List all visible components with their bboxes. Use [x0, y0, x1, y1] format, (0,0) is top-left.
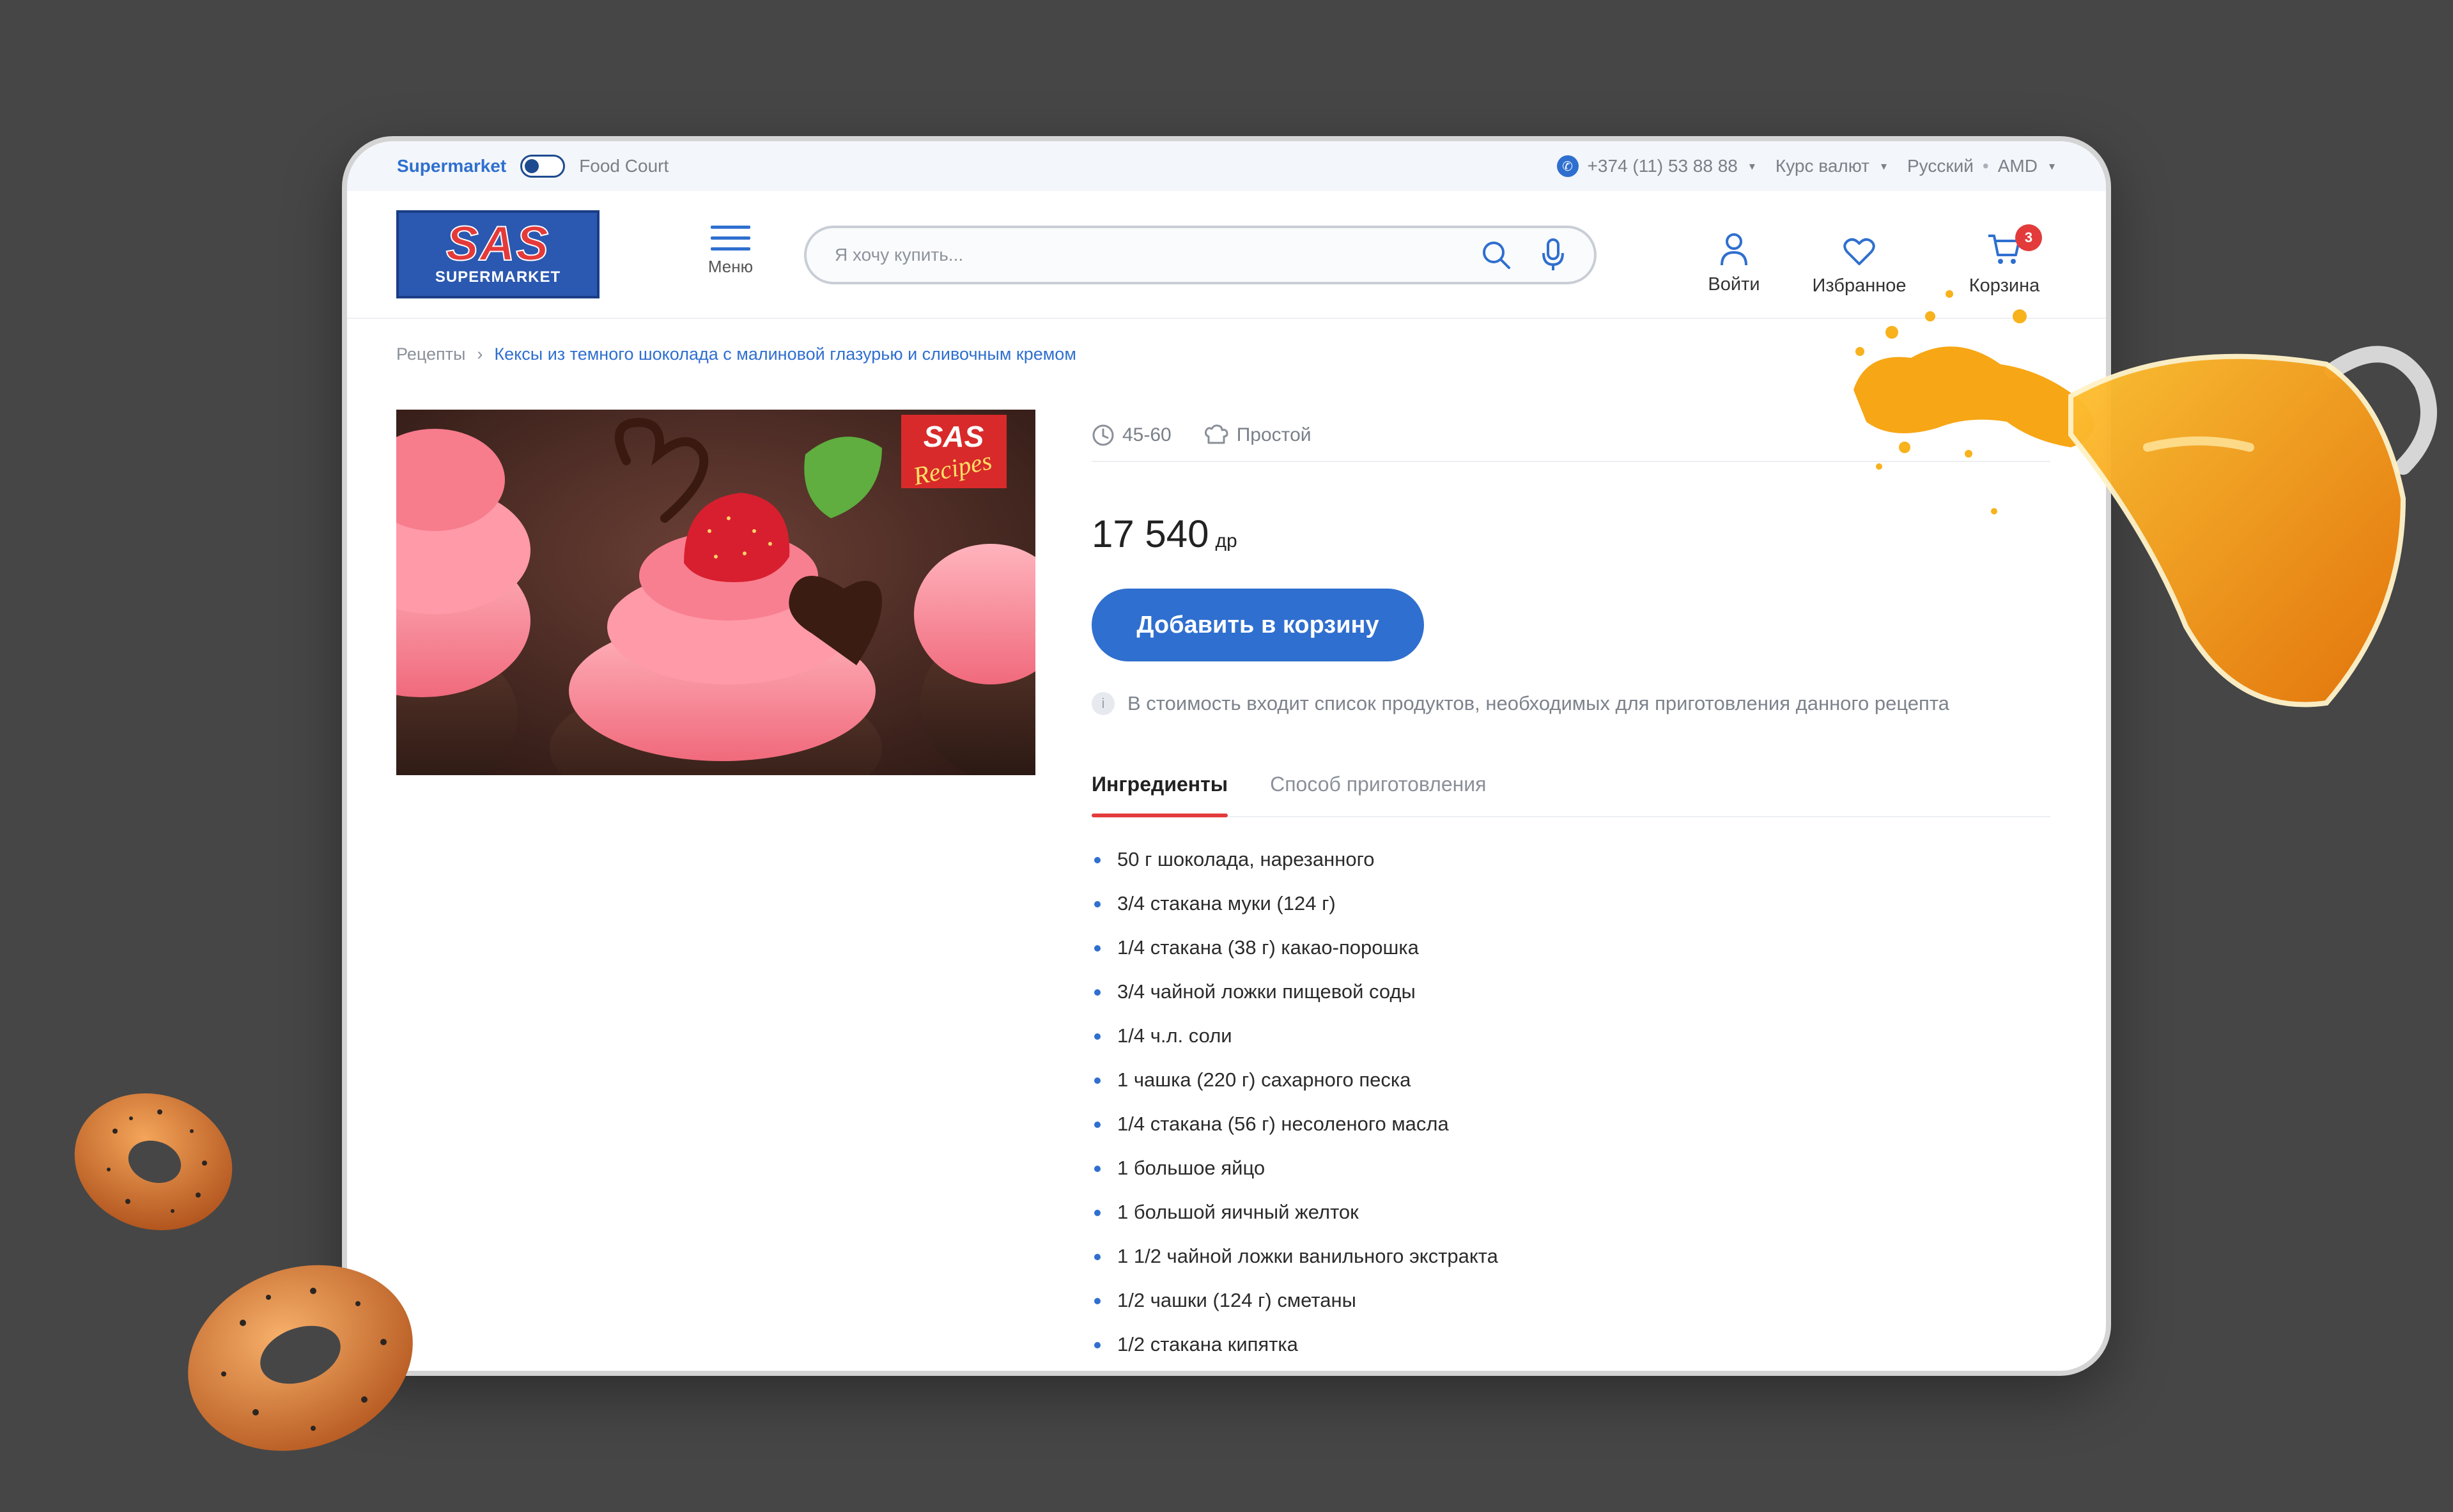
- top-bar: Supermarket Food Court ✆ +374 (11) 53 88…: [347, 141, 2106, 191]
- tab-ingredients[interactable]: Ингредиенты: [1092, 765, 1228, 817]
- phone-dropdown-caret[interactable]: ▾: [1749, 160, 1755, 173]
- difficulty: Простой: [1203, 424, 1312, 447]
- bagel-decoration-large: [188, 1265, 413, 1451]
- cupcakes-image: SAS Recipes: [396, 410, 1035, 775]
- list-item: 1 большое яйцо: [1092, 1157, 1498, 1201]
- sas-logo[interactable]: SAS SUPERMARKET: [396, 210, 600, 298]
- search-bar[interactable]: Я хочу купить...: [804, 226, 1597, 284]
- clock-icon: [1092, 424, 1114, 446]
- photo-badge-sas: SAS: [924, 420, 984, 453]
- logo-sub-text: SUPERMARKET: [435, 268, 561, 286]
- menu-button[interactable]: Меню: [705, 226, 756, 277]
- price-note-text: В стоимость входит список продуктов, нео…: [1127, 692, 1949, 714]
- phone-number[interactable]: +374 (11) 53 88 88: [1588, 156, 1738, 176]
- list-item: 1/2 стакана кипятка: [1092, 1333, 1498, 1371]
- menu-label: Меню: [708, 257, 754, 276]
- recipe-price: 17 540 др: [1092, 512, 1237, 556]
- tab-preparation[interactable]: Способ приготовления: [1270, 765, 1486, 816]
- login-label: Войти: [1708, 274, 1760, 295]
- language-select[interactable]: Русский: [1907, 156, 1974, 176]
- breadcrumb: Рецепты › Кексы из темного шоколада с ма…: [396, 344, 1076, 364]
- ingredients-list: 50 г шоколада, нарезанного 3/4 стакана м…: [1092, 848, 1498, 1371]
- cook-time: 45-60: [1092, 424, 1172, 447]
- logo-main-text: SAS: [445, 217, 550, 271]
- toggle-knob: [525, 159, 539, 173]
- supermarket-mode-label[interactable]: Supermarket: [397, 156, 506, 176]
- user-icon: [1721, 233, 1747, 266]
- breadcrumb-separator: ›: [477, 344, 483, 364]
- chef-hat-icon: [1204, 424, 1228, 444]
- breadcrumb-current: Кексы из темного шоколада с малиновой гл…: [494, 344, 1076, 364]
- phone-icon: ✆: [1556, 155, 1579, 177]
- juice-pitcher-decoration: [1853, 290, 2437, 707]
- hamburger-icon: [705, 226, 756, 251]
- list-item: 3/4 стакана муки (124 г): [1092, 892, 1498, 936]
- microphone-icon[interactable]: [1540, 238, 1566, 272]
- recipe-photo: SAS Recipes: [396, 410, 1035, 775]
- separator: •: [1982, 156, 1989, 176]
- foodcourt-mode-label[interactable]: Food Court: [579, 156, 669, 176]
- add-to-cart-button[interactable]: Добавить в корзину: [1092, 589, 1424, 661]
- cart-count-badge: 3: [2015, 224, 2042, 251]
- cook-time-value: 45-60: [1122, 424, 1172, 445]
- bagel-decoration-small: [74, 1093, 233, 1231]
- info-icon: i: [1092, 692, 1115, 715]
- list-item: 1 1/2 чайной ложки ванильного экстракта: [1092, 1245, 1498, 1289]
- list-item: 1 большой яичный желток: [1092, 1201, 1498, 1245]
- price-value: 17 540: [1092, 513, 1209, 555]
- price-currency: др: [1215, 530, 1237, 552]
- store-mode-toggle[interactable]: [520, 155, 566, 178]
- breadcrumb-recipes-link[interactable]: Рецепты: [396, 344, 465, 364]
- login-button[interactable]: Войти: [1689, 229, 1779, 295]
- list-item: 1/4 стакана (56 г) несоленого масла: [1092, 1113, 1498, 1157]
- list-item: 3/4 чайной ложки пищевой соды: [1092, 980, 1498, 1024]
- search-icon[interactable]: [1480, 239, 1512, 271]
- chevron-down-icon: ▾: [1880, 159, 1887, 173]
- list-item: 1/4 стакана (38 г) какао-порошка: [1092, 936, 1498, 980]
- search-input[interactable]: Я хочу купить...: [835, 245, 963, 265]
- list-item: 1 чашка (220 г) сахарного песка: [1092, 1068, 1498, 1113]
- chevron-down-icon: ▾: [2048, 159, 2055, 173]
- difficulty-value: Простой: [1236, 424, 1312, 445]
- currency-select[interactable]: AMD: [1998, 156, 2038, 176]
- price-note: i В стоимость входит список продуктов, н…: [1092, 692, 1949, 715]
- list-item: 1/4 ч.л. соли: [1092, 1024, 1498, 1068]
- list-item: 50 г шоколада, нарезанного: [1092, 848, 1498, 892]
- recipe-tabs: Ингредиенты Способ приготовления: [1092, 765, 2050, 817]
- list-item: 1/2 чашки (124 г) сметаны: [1092, 1289, 1498, 1333]
- currency-rate-dropdown[interactable]: Курс валют: [1776, 156, 1869, 176]
